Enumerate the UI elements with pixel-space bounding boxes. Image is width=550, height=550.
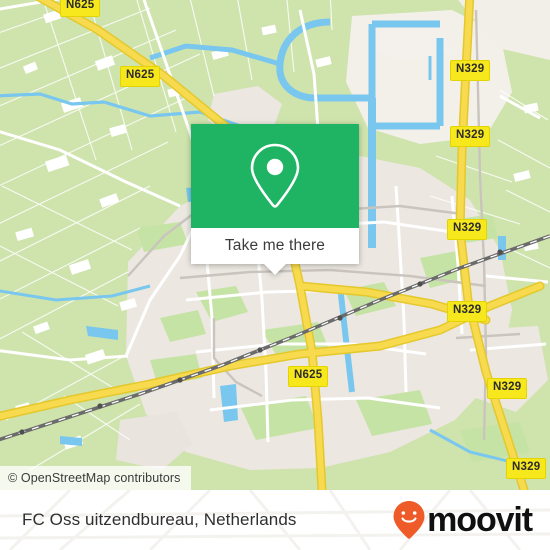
road-shield-n329-southeast: N329 bbox=[487, 378, 528, 399]
road-shield-n329-lower: N329 bbox=[447, 301, 488, 322]
road-shield-n329-mid: N329 bbox=[447, 219, 488, 240]
place-title: FC Oss uitzendbureau, Netherlands bbox=[22, 510, 297, 529]
road-shield-n329-bottom: N329 bbox=[506, 458, 547, 479]
popup-card-header bbox=[191, 124, 359, 228]
road-shield-n625-south: N625 bbox=[288, 366, 329, 387]
road-shield-n329-upper: N329 bbox=[450, 126, 491, 147]
map-pin-icon bbox=[250, 143, 300, 208]
road-shield-n625-northwest: N625 bbox=[120, 66, 161, 87]
moovit-wordmark: moovit bbox=[427, 501, 533, 539]
popup-card-pointer bbox=[264, 264, 286, 275]
road-shield-n329-north: N329 bbox=[450, 60, 491, 81]
location-popup-card[interactable]: Take me there bbox=[191, 124, 359, 275]
road-shield-n625-top: N625 bbox=[60, 0, 101, 17]
popup-card-action[interactable]: Take me there bbox=[191, 228, 359, 275]
footer-bar: FC Oss uitzendbureau, Netherlands moovit bbox=[0, 490, 550, 550]
attribution-text: © OpenStreetMap contributors bbox=[8, 471, 181, 485]
map-screen: N625 N625 N329 N329 N329 N329 N625 N329 … bbox=[0, 0, 550, 550]
moovit-pin-icon bbox=[393, 501, 425, 539]
map-attribution: © OpenStreetMap contributors bbox=[0, 466, 191, 490]
take-me-there-label: Take me there bbox=[224, 237, 326, 254]
moovit-logo[interactable]: moovit bbox=[392, 500, 533, 540]
